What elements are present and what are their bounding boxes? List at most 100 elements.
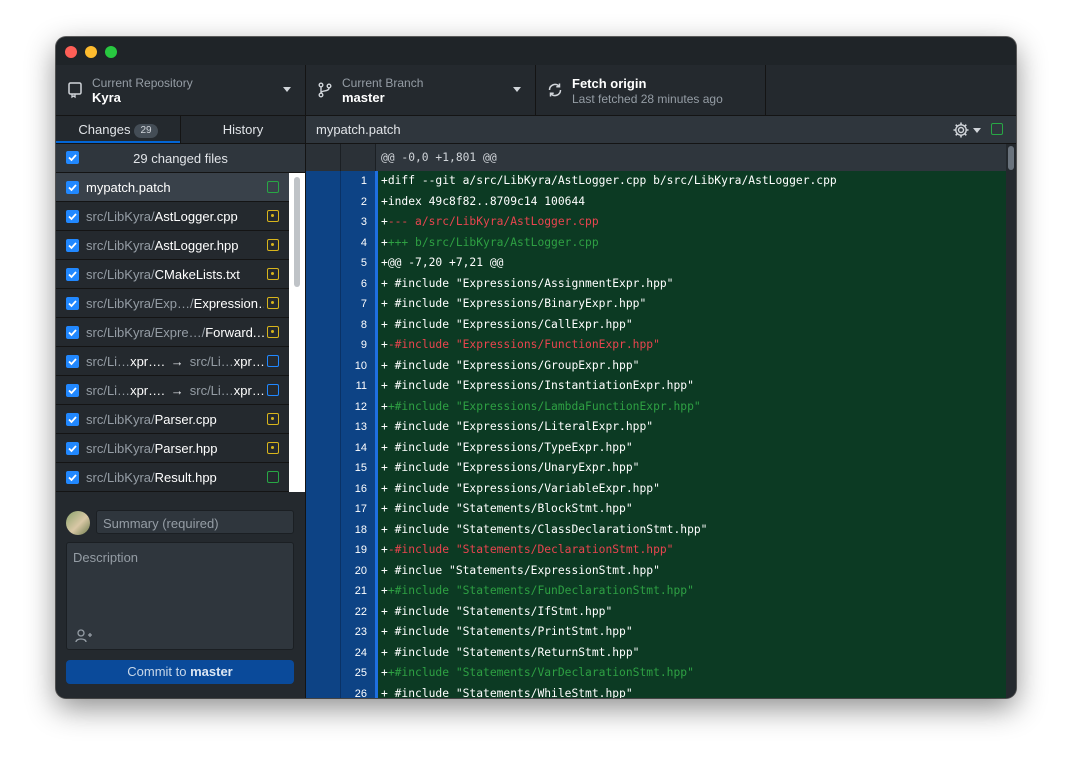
commit-button-prefix: Commit to — [127, 664, 191, 679]
diff-line-code: ++#include "Statements/VarDeclarationStm… — [378, 663, 1006, 684]
file-checkbox[interactable] — [66, 355, 79, 368]
diff-line: 3 +--- a/src/LibKyra/AstLogger.cpp — [306, 212, 1006, 233]
new-line-number[interactable]: 1 — [341, 171, 375, 192]
new-line-number[interactable]: 24 — [341, 642, 375, 663]
file-list-scrollbar[interactable] — [289, 173, 305, 492]
old-line-number — [306, 294, 341, 315]
new-line-number[interactable]: 6 — [341, 273, 375, 294]
diff-scrollbar[interactable] — [1006, 144, 1016, 698]
new-line-number[interactable]: 12 — [341, 396, 375, 417]
new-line-number[interactable]: 20 — [341, 560, 375, 581]
file-row[interactable]: src/Li…xpr….→src/Li…xpr…. — [56, 376, 289, 405]
new-line-number[interactable]: 22 — [341, 601, 375, 622]
file-checkbox[interactable] — [66, 442, 79, 455]
file-checkbox[interactable] — [66, 239, 79, 252]
file-checkbox[interactable] — [66, 210, 79, 223]
new-line-number[interactable]: 18 — [341, 519, 375, 540]
current-branch-button[interactable]: Current Branch master — [306, 65, 536, 115]
diff-line-code: +diff --git a/src/LibKyra/AstLogger.cpp … — [378, 171, 1006, 192]
file-checkbox[interactable] — [66, 384, 79, 397]
new-line-number[interactable]: 13 — [341, 417, 375, 438]
new-line-number[interactable]: 3 — [341, 212, 375, 233]
diff-line-text: #include "Statements/IfStmt.hpp" — [387, 604, 613, 618]
fetch-origin-button[interactable]: Fetch origin Last fetched 28 minutes ago — [536, 65, 766, 115]
commit-button[interactable]: Commit to master — [66, 660, 294, 684]
tab-history[interactable]: History — [180, 116, 305, 143]
maximize-window-button[interactable] — [105, 46, 117, 58]
tab-changes-label: Changes — [78, 122, 131, 137]
diff-line-text: index 49c8f82..8709c14 100644 — [387, 194, 586, 208]
file-modified-icon — [267, 413, 279, 425]
new-line-number[interactable]: 8 — [341, 314, 375, 335]
new-line-number[interactable]: 23 — [341, 622, 375, 643]
old-line-number — [306, 253, 341, 274]
new-line-number[interactable]: 25 — [341, 663, 375, 684]
diff-line-code: + #include "Expressions/VariableExpr.hpp… — [378, 478, 1006, 499]
file-checkbox[interactable] — [66, 471, 79, 484]
current-repository-button[interactable]: Current Repository Kyra — [56, 65, 306, 115]
old-line-number — [306, 663, 341, 684]
add-coauthor-icon[interactable] — [75, 629, 93, 643]
file-row[interactable]: src/LibKyra/Parser.hpp — [56, 434, 289, 463]
new-line-number[interactable]: 21 — [341, 581, 375, 602]
diff-line-text: #include "Expressions/VariableExpr.hpp" — [387, 481, 660, 495]
new-line-number[interactable]: 10 — [341, 355, 375, 376]
file-row[interactable]: src/Li…xpr….→src/Li…xpr…. — [56, 347, 289, 376]
old-line-number — [306, 499, 341, 520]
file-row[interactable]: src/LibKyra/Expre…/Forward.… — [56, 318, 289, 347]
file-checkbox[interactable] — [66, 413, 79, 426]
new-line-number[interactable]: 17 — [341, 499, 375, 520]
description-field[interactable]: Description — [66, 542, 294, 650]
diff-line-code: + #inclue "Statements/ExpressionStmt.hpp… — [378, 560, 1006, 581]
scrollbar-thumb[interactable] — [294, 177, 300, 287]
new-line-number[interactable]: 2 — [341, 191, 375, 212]
file-name: xpr…. — [130, 383, 165, 398]
hunk-header-text: @@ -0,0 +1,801 @@ — [381, 151, 497, 164]
file-row[interactable]: src/LibKyra/CMakeLists.txt — [56, 260, 289, 289]
file-row[interactable]: src/LibKyra/Parser.cpp — [56, 405, 289, 434]
file-row[interactable]: src/LibKyra/Exp…/Expression… — [56, 289, 289, 318]
diff-line: 6 + #include "Expressions/AssignmentExpr.… — [306, 273, 1006, 294]
diff-line: 9 +-#include "Expressions/FunctionExpr.hp… — [306, 335, 1006, 356]
new-line-number[interactable]: 26 — [341, 683, 375, 698]
new-line-number[interactable]: 9 — [341, 335, 375, 356]
file-path: src/LibKyra/CMakeLists.txt — [86, 267, 264, 282]
file-row[interactable]: mypatch.patch — [56, 173, 289, 202]
new-line-number[interactable]: 14 — [341, 437, 375, 458]
minimize-window-button[interactable] — [85, 46, 97, 58]
diff-line-prefix: + — [381, 297, 388, 310]
new-line-number[interactable]: 5 — [341, 253, 375, 274]
new-line-number[interactable]: 19 — [341, 540, 375, 561]
file-checkbox[interactable] — [66, 181, 79, 194]
diff-line-text: @@ -7,20 +7,21 @@ — [387, 256, 504, 269]
summary-input[interactable]: Summary (required) — [96, 510, 294, 534]
new-line-number[interactable]: 7 — [341, 294, 375, 315]
new-line-number[interactable]: 11 — [341, 376, 375, 397]
file-row[interactable]: src/LibKyra/AstLogger.cpp — [56, 202, 289, 231]
file-name: Expression… — [193, 296, 264, 311]
file-checkbox[interactable] — [66, 297, 79, 310]
new-line-number[interactable]: 16 — [341, 478, 375, 499]
file-path: src/LibKyra/Exp…/Expression… — [86, 296, 264, 311]
file-dir: src/LibKyra/ — [86, 441, 155, 456]
gear-icon[interactable] — [952, 121, 970, 139]
new-line-number[interactable]: 15 — [341, 458, 375, 479]
diff-scrollbar-thumb[interactable] — [1008, 146, 1014, 170]
file-path: mypatch.patch — [86, 180, 264, 195]
chevron-down-icon[interactable] — [973, 128, 981, 133]
file-dir: src/Li… — [86, 383, 131, 398]
select-all-checkbox[interactable] — [66, 151, 79, 164]
file-row[interactable]: src/LibKyra/Result.hpp — [56, 463, 289, 492]
diff-line-text: diff --git a/src/LibKyra/AstLogger.cpp b… — [387, 174, 837, 187]
description-placeholder: Description — [73, 550, 139, 565]
file-checkbox[interactable] — [66, 326, 79, 339]
tab-changes[interactable]: Changes 29 — [56, 116, 180, 143]
close-window-button[interactable] — [65, 46, 77, 58]
file-name-new: xpr…. — [233, 383, 264, 398]
new-line-number[interactable]: 4 — [341, 232, 375, 253]
diff-line-code: + #include "Expressions/LiteralExpr.hpp" — [378, 417, 1006, 438]
old-line-number — [306, 519, 341, 540]
file-row[interactable]: src/LibKyra/AstLogger.hpp — [56, 231, 289, 260]
diff-line: 14 + #include "Expressions/TypeExpr.hpp" — [306, 437, 1006, 458]
file-checkbox[interactable] — [66, 268, 79, 281]
